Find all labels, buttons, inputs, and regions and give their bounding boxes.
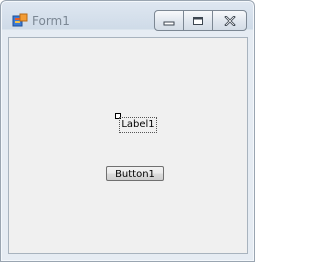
minimize-button[interactable]	[154, 10, 184, 31]
close-button[interactable]	[212, 10, 247, 31]
window-title: Form1	[32, 14, 70, 28]
form-icon	[12, 13, 28, 29]
maximize-icon	[193, 16, 203, 25]
caption-buttons	[154, 10, 247, 31]
button1[interactable]: Button1	[106, 166, 164, 181]
minimize-icon	[163, 21, 175, 25]
title-bar[interactable]: Form1	[1, 1, 254, 31]
close-icon	[223, 15, 236, 26]
form-window: Form1 Label1 Button1	[0, 0, 255, 262]
maximize-button[interactable]	[183, 10, 213, 31]
form-client-area[interactable]: Label1 Button1	[8, 37, 248, 254]
label1[interactable]: Label1	[119, 117, 157, 133]
